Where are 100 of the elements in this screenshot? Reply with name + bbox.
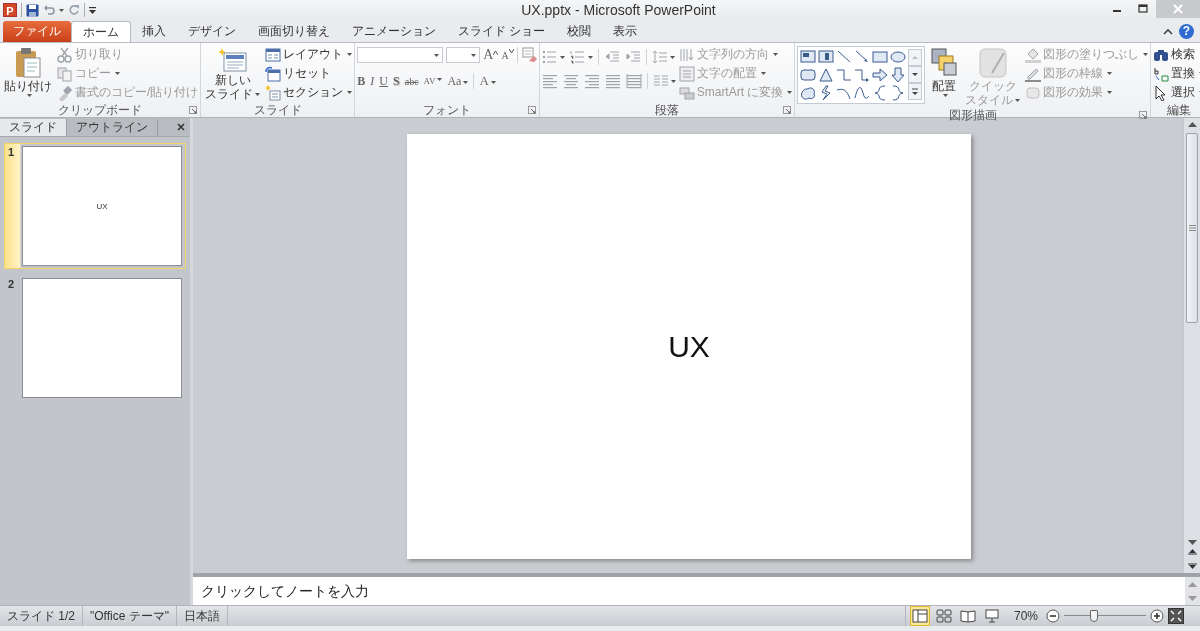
ribbon-tab[interactable]: 挿入	[131, 21, 177, 42]
change-case-button[interactable]: Aa	[447, 73, 469, 89]
fit-to-window-button[interactable]	[1168, 608, 1184, 624]
undo-button[interactable]	[43, 4, 64, 16]
scroll-up-arrow-icon	[1187, 122, 1197, 127]
caret-icon	[1107, 91, 1113, 94]
dropdown-icon	[89, 6, 96, 14]
shadow-button[interactable]: S	[393, 73, 400, 89]
reading-view-icon	[959, 608, 976, 624]
find-button[interactable]: 検索	[1153, 46, 1200, 63]
increase-indent-button[interactable]	[624, 49, 641, 65]
notes-field[interactable]: クリックしてノートを入力	[193, 577, 1185, 605]
ribbon-tab[interactable]: ホーム	[71, 21, 131, 42]
numbering-button[interactable]	[569, 49, 593, 65]
arrow-icon	[854, 49, 871, 65]
close-pane-button[interactable]	[177, 123, 185, 131]
slide-thumbnail-row[interactable]: 2	[4, 275, 186, 401]
reset-button[interactable]: リセット	[265, 65, 353, 82]
scroll-down-arrow-icon	[1188, 595, 1197, 601]
line-spacing-button[interactable]	[651, 49, 675, 65]
align-center-button[interactable]	[562, 73, 579, 89]
slide-show-icon	[983, 608, 1000, 624]
customize-button[interactable]	[89, 6, 96, 14]
select-button[interactable]: 選択	[1153, 84, 1200, 101]
justify-button[interactable]	[604, 73, 621, 89]
caret-icon	[26, 94, 32, 97]
dialog-launcher-icon	[189, 106, 198, 114]
file-tab[interactable]: ファイル	[3, 21, 71, 42]
slide-thumbnail[interactable]	[22, 278, 182, 398]
ribbon-tab[interactable]: アニメーション	[341, 21, 447, 42]
grip-icon	[1188, 225, 1196, 231]
panel-tab[interactable]: スライド	[0, 118, 67, 136]
ribbon-tab[interactable]: 校閲	[556, 21, 603, 42]
ribbon-tab[interactable]: デザイン	[177, 21, 247, 42]
save-button[interactable]	[26, 3, 39, 17]
group-label: スライド	[252, 101, 303, 119]
effects-icon	[1025, 84, 1042, 101]
columns-button[interactable]	[652, 73, 676, 89]
text-box-icon	[800, 49, 817, 65]
zoom-slider-thumb[interactable]	[1090, 610, 1099, 622]
italic-button[interactable]: I	[370, 73, 375, 89]
decrease-indent-button[interactable]	[603, 49, 620, 65]
align-left-button[interactable]	[541, 73, 558, 89]
character-spacing-button[interactable]: AV	[423, 76, 443, 86]
align-right-icon	[583, 73, 600, 89]
new-slide-button[interactable]: 新しい スライド	[203, 46, 263, 102]
slide-thumbnail-row[interactable]: 1 UX	[4, 143, 186, 269]
status-text: "Office テーマ"	[83, 606, 177, 626]
font-color-button[interactable]: A	[479, 73, 496, 89]
strikethrough-button[interactable]: abc	[404, 75, 419, 87]
arrange-button[interactable]: 配置	[928, 46, 961, 98]
panel-tab[interactable]: アウトライン	[67, 118, 158, 136]
app-logo: P	[3, 3, 17, 17]
close-icon	[1173, 4, 1183, 14]
columns-icon	[652, 73, 669, 89]
shapes-gallery[interactable]	[797, 46, 926, 104]
zoom-in-button[interactable]	[1150, 609, 1164, 623]
help-button[interactable]: ?	[1179, 23, 1194, 39]
scroll-up-arrow-icon	[1188, 581, 1197, 587]
stacked-shapes-icon	[930, 47, 959, 79]
triangle-icon	[818, 67, 835, 83]
zoom-out-button[interactable]	[1046, 609, 1060, 623]
grow-font-button[interactable]: A	[483, 47, 499, 63]
slide-canvas[interactable]: UX	[407, 134, 971, 559]
down-caret-icon	[508, 49, 514, 53]
clear-formatting-button[interactable]	[520, 47, 537, 63]
scissors-icon	[57, 46, 73, 63]
paste-button[interactable]: 貼り付け	[2, 46, 54, 98]
caret-icon	[115, 72, 120, 75]
font-name-field[interactable]	[357, 47, 444, 63]
zoom-level[interactable]: 70%	[1013, 609, 1038, 623]
caret-icon	[1107, 72, 1113, 75]
freeform-icon	[854, 85, 871, 101]
maximize-icon[interactable]	[1138, 4, 1148, 14]
underline-button[interactable]: U	[379, 73, 389, 89]
normal-view-button[interactable]	[909, 606, 930, 626]
ribbon-tab[interactable]: スライド ショー	[447, 21, 557, 42]
slide-sorter-button[interactable]	[933, 606, 954, 626]
status-text: 日本語	[177, 606, 228, 626]
group-label: 図形描画	[947, 106, 998, 124]
caret-icon	[437, 78, 443, 81]
redo-button[interactable]	[68, 4, 80, 16]
section-button[interactable]: セクション	[265, 84, 353, 101]
layout-button[interactable]: レイアウト	[265, 46, 353, 63]
caret-icon	[772, 53, 778, 56]
distributed-button[interactable]	[625, 73, 642, 89]
slide-thumbnail[interactable]: UX	[22, 146, 182, 266]
thumbnail-text: UX	[96, 201, 108, 211]
ribbon-tab[interactable]: 表示	[602, 21, 649, 42]
bold-button[interactable]: B	[357, 73, 366, 89]
window-title: UX.pptx - Microsoft PowerPoint	[520, 2, 717, 18]
replace-button[interactable]: 置換	[1153, 65, 1200, 82]
vertical-scrollbar[interactable]	[1183, 118, 1200, 573]
bullets-button[interactable]	[541, 49, 565, 65]
caret-icon	[347, 53, 353, 56]
align-right-button[interactable]	[583, 73, 600, 89]
chevron-up-icon[interactable]	[1163, 27, 1173, 35]
font-size-field[interactable]	[446, 47, 481, 63]
shrink-font-button[interactable]: A	[501, 49, 514, 61]
ribbon-tab[interactable]: 画面切り替え	[247, 21, 341, 42]
